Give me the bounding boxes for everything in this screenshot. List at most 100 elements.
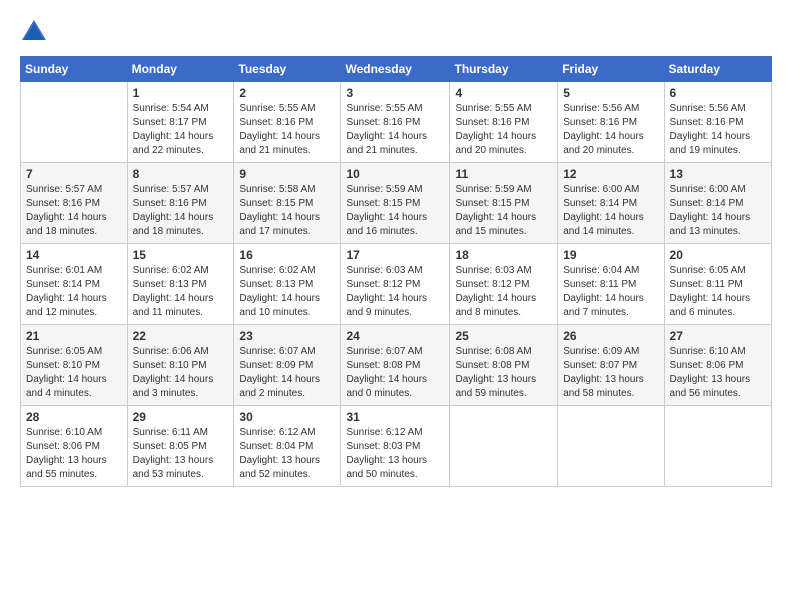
header bbox=[20, 18, 772, 46]
day-info: Sunrise: 6:01 AM Sunset: 8:14 PM Dayligh… bbox=[26, 264, 122, 320]
weekday-header: Friday bbox=[558, 57, 664, 82]
day-info: Sunrise: 5:59 AM Sunset: 8:15 PM Dayligh… bbox=[346, 183, 444, 239]
calendar-cell: 25 Sunrise: 6:08 AM Sunset: 8:08 PM Dayli… bbox=[450, 325, 558, 406]
calendar-cell: 11 Sunrise: 5:59 AM Sunset: 8:15 PM Dayli… bbox=[450, 163, 558, 244]
calendar-cell: 1Sunrise: 5:54 AM Sunset: 8:17 PM Daylig… bbox=[127, 82, 234, 163]
day-info: Sunrise: 6:11 AM Sunset: 8:05 PM Dayligh… bbox=[133, 426, 229, 482]
day-number: 26 bbox=[563, 329, 658, 343]
day-info: Sunrise: 6:02 AM Sunset: 8:13 PM Dayligh… bbox=[133, 264, 229, 320]
day-number: 15 bbox=[133, 248, 229, 262]
day-number: 31 bbox=[346, 410, 444, 424]
day-number: 22 bbox=[133, 329, 229, 343]
day-number: 3 bbox=[346, 86, 444, 100]
calendar-cell: 14 Sunrise: 6:01 AM Sunset: 8:14 PM Dayli… bbox=[21, 244, 128, 325]
weekday-header: Tuesday bbox=[234, 57, 341, 82]
day-info: Sunrise: 5:57 AM Sunset: 8:16 PM Dayligh… bbox=[26, 183, 122, 239]
day-number: 27 bbox=[670, 329, 766, 343]
calendar-cell bbox=[558, 406, 664, 487]
day-info: Sunrise: 6:06 AM Sunset: 8:10 PM Dayligh… bbox=[133, 345, 229, 401]
calendar-cell: 19 Sunrise: 6:04 AM Sunset: 8:11 PM Dayli… bbox=[558, 244, 664, 325]
day-number: 24 bbox=[346, 329, 444, 343]
day-number: 4 bbox=[455, 86, 552, 100]
calendar-cell: 20 Sunrise: 6:05 AM Sunset: 8:11 PM Dayli… bbox=[664, 244, 771, 325]
day-info: Sunrise: 5:58 AM Sunset: 8:15 PM Dayligh… bbox=[239, 183, 335, 239]
day-info: Sunrise: 6:04 AM Sunset: 8:11 PM Dayligh… bbox=[563, 264, 658, 320]
day-info: Sunrise: 5:55 AM Sunset: 8:16 PM Dayligh… bbox=[455, 102, 552, 158]
day-info: Sunrise: 5:57 AM Sunset: 8:16 PM Dayligh… bbox=[133, 183, 229, 239]
calendar-cell: 3 Sunrise: 5:55 AM Sunset: 8:16 PM Daylig… bbox=[341, 82, 450, 163]
day-number: 9 bbox=[239, 167, 335, 181]
day-number: 30 bbox=[239, 410, 335, 424]
calendar-cell: 4 Sunrise: 5:55 AM Sunset: 8:16 PM Daylig… bbox=[450, 82, 558, 163]
day-info: Sunrise: 6:10 AM Sunset: 8:06 PM Dayligh… bbox=[670, 345, 766, 401]
day-number: 11 bbox=[455, 167, 552, 181]
day-number: 5 bbox=[563, 86, 658, 100]
calendar-cell: 31 Sunrise: 6:12 AM Sunset: 8:03 PM Dayli… bbox=[341, 406, 450, 487]
day-info: Sunrise: 5:56 AM Sunset: 8:16 PM Dayligh… bbox=[670, 102, 766, 158]
calendar-week-row: 7 Sunrise: 5:57 AM Sunset: 8:16 PM Daylig… bbox=[21, 163, 772, 244]
calendar-cell: 12Sunrise: 6:00 AM Sunset: 8:14 PM Dayli… bbox=[558, 163, 664, 244]
day-number: 23 bbox=[239, 329, 335, 343]
calendar-cell: 13Sunrise: 6:00 AM Sunset: 8:14 PM Dayli… bbox=[664, 163, 771, 244]
page: SundayMondayTuesdayWednesdayThursdayFrid… bbox=[0, 0, 792, 612]
calendar-cell: 22 Sunrise: 6:06 AM Sunset: 8:10 PM Dayli… bbox=[127, 325, 234, 406]
calendar-cell bbox=[664, 406, 771, 487]
day-info: Sunrise: 5:55 AM Sunset: 8:16 PM Dayligh… bbox=[346, 102, 444, 158]
day-number: 16 bbox=[239, 248, 335, 262]
day-info: Sunrise: 6:09 AM Sunset: 8:07 PM Dayligh… bbox=[563, 345, 658, 401]
day-number: 18 bbox=[455, 248, 552, 262]
calendar-cell: 21Sunrise: 6:05 AM Sunset: 8:10 PM Dayli… bbox=[21, 325, 128, 406]
calendar-cell: 17 Sunrise: 6:03 AM Sunset: 8:12 PM Dayli… bbox=[341, 244, 450, 325]
day-info: Sunrise: 6:12 AM Sunset: 8:03 PM Dayligh… bbox=[346, 426, 444, 482]
day-number: 6 bbox=[670, 86, 766, 100]
calendar-cell: 7 Sunrise: 5:57 AM Sunset: 8:16 PM Daylig… bbox=[21, 163, 128, 244]
day-info: Sunrise: 6:05 AM Sunset: 8:11 PM Dayligh… bbox=[670, 264, 766, 320]
calendar-cell bbox=[450, 406, 558, 487]
logo bbox=[20, 18, 52, 46]
day-number: 7 bbox=[26, 167, 122, 181]
day-number: 1 bbox=[133, 86, 229, 100]
header-row: SundayMondayTuesdayWednesdayThursdayFrid… bbox=[21, 57, 772, 82]
day-number: 17 bbox=[346, 248, 444, 262]
day-info: Sunrise: 6:12 AM Sunset: 8:04 PM Dayligh… bbox=[239, 426, 335, 482]
calendar-week-row: 28 Sunrise: 6:10 AM Sunset: 8:06 PM Dayli… bbox=[21, 406, 772, 487]
day-number: 12 bbox=[563, 167, 658, 181]
day-number: 14 bbox=[26, 248, 122, 262]
calendar-cell: 16 Sunrise: 6:02 AM Sunset: 8:13 PM Dayli… bbox=[234, 244, 341, 325]
calendar: SundayMondayTuesdayWednesdayThursdayFrid… bbox=[20, 56, 772, 487]
day-info: Sunrise: 5:56 AM Sunset: 8:16 PM Dayligh… bbox=[563, 102, 658, 158]
day-number: 10 bbox=[346, 167, 444, 181]
calendar-week-row: 1Sunrise: 5:54 AM Sunset: 8:17 PM Daylig… bbox=[21, 82, 772, 163]
day-info: Sunrise: 6:07 AM Sunset: 8:09 PM Dayligh… bbox=[239, 345, 335, 401]
day-info: Sunrise: 6:03 AM Sunset: 8:12 PM Dayligh… bbox=[346, 264, 444, 320]
calendar-cell: 18 Sunrise: 6:03 AM Sunset: 8:12 PM Dayli… bbox=[450, 244, 558, 325]
calendar-cell: 28 Sunrise: 6:10 AM Sunset: 8:06 PM Dayli… bbox=[21, 406, 128, 487]
day-number: 21 bbox=[26, 329, 122, 343]
day-number: 25 bbox=[455, 329, 552, 343]
calendar-cell: 27 Sunrise: 6:10 AM Sunset: 8:06 PM Dayli… bbox=[664, 325, 771, 406]
day-info: Sunrise: 6:07 AM Sunset: 8:08 PM Dayligh… bbox=[346, 345, 444, 401]
calendar-cell: 10 Sunrise: 5:59 AM Sunset: 8:15 PM Dayli… bbox=[341, 163, 450, 244]
day-info: Sunrise: 6:10 AM Sunset: 8:06 PM Dayligh… bbox=[26, 426, 122, 482]
calendar-cell: 6 Sunrise: 5:56 AM Sunset: 8:16 PM Daylig… bbox=[664, 82, 771, 163]
day-number: 20 bbox=[670, 248, 766, 262]
calendar-cell: 15 Sunrise: 6:02 AM Sunset: 8:13 PM Dayli… bbox=[127, 244, 234, 325]
weekday-header: Thursday bbox=[450, 57, 558, 82]
day-info: Sunrise: 6:02 AM Sunset: 8:13 PM Dayligh… bbox=[239, 264, 335, 320]
day-info: Sunrise: 5:55 AM Sunset: 8:16 PM Dayligh… bbox=[239, 102, 335, 158]
calendar-body: 1Sunrise: 5:54 AM Sunset: 8:17 PM Daylig… bbox=[21, 82, 772, 487]
day-info: Sunrise: 6:08 AM Sunset: 8:08 PM Dayligh… bbox=[455, 345, 552, 401]
day-info: Sunrise: 5:59 AM Sunset: 8:15 PM Dayligh… bbox=[455, 183, 552, 239]
weekday-header: Wednesday bbox=[341, 57, 450, 82]
calendar-cell: 26 Sunrise: 6:09 AM Sunset: 8:07 PM Dayli… bbox=[558, 325, 664, 406]
weekday-header: Sunday bbox=[21, 57, 128, 82]
day-info: Sunrise: 6:03 AM Sunset: 8:12 PM Dayligh… bbox=[455, 264, 552, 320]
day-number: 2 bbox=[239, 86, 335, 100]
calendar-cell: 30 Sunrise: 6:12 AM Sunset: 8:04 PM Dayli… bbox=[234, 406, 341, 487]
day-number: 19 bbox=[563, 248, 658, 262]
calendar-cell: 9 Sunrise: 5:58 AM Sunset: 8:15 PM Daylig… bbox=[234, 163, 341, 244]
calendar-cell: 8Sunrise: 5:57 AM Sunset: 8:16 PM Daylig… bbox=[127, 163, 234, 244]
day-number: 28 bbox=[26, 410, 122, 424]
calendar-cell: 24 Sunrise: 6:07 AM Sunset: 8:08 PM Dayli… bbox=[341, 325, 450, 406]
weekday-header: Saturday bbox=[664, 57, 771, 82]
